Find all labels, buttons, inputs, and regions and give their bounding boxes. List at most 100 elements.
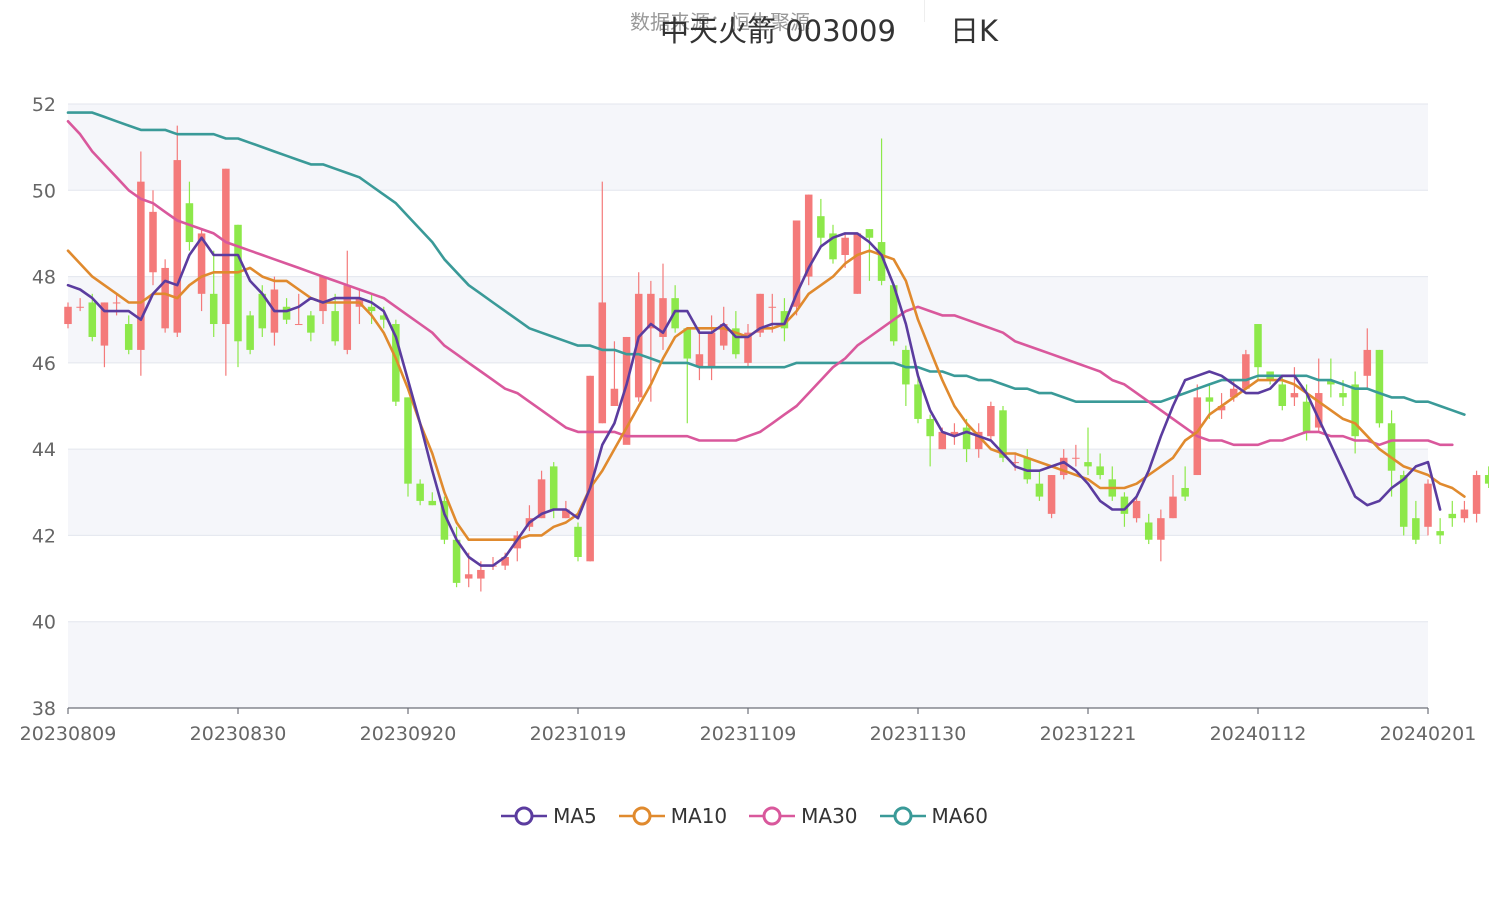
legend-ma10[interactable]: MA10: [618, 804, 728, 828]
candle-body: [112, 302, 121, 304]
candle-body: [149, 211, 157, 273]
x-axis: 20230809 20230830 20230920 20231019 20231109…: [20, 707, 1477, 745]
y-tick-label: 38: [32, 698, 56, 720]
candle-body: [161, 267, 169, 329]
candle-body: [1278, 384, 1287, 406]
y-axis: 38 40 42 44 46 48 50 52: [32, 94, 56, 720]
candle-body: [574, 526, 582, 557]
candle-body: [1387, 423, 1396, 471]
background-band: [68, 449, 1428, 536]
candle-body: [137, 181, 145, 350]
legend-ma5[interactable]: MA5: [501, 804, 597, 828]
legend-ma30-marker: [749, 806, 796, 826]
x-tick-label: 20230809: [20, 723, 117, 745]
candle-body: [1084, 462, 1092, 467]
candle-body: [404, 397, 412, 484]
legend-ma10-label: MA10: [670, 804, 728, 828]
legend-ma60-label: MA60: [931, 804, 988, 828]
candle-body: [1436, 531, 1444, 536]
candle-body: [331, 311, 339, 342]
candle-body: [987, 406, 995, 437]
candle-body: [865, 229, 874, 238]
x-tick-label: 20240201: [1380, 723, 1477, 745]
y-tick-label: 48: [32, 267, 56, 289]
legend-ma60[interactable]: MA60: [879, 804, 988, 828]
candle-body: [1242, 354, 1250, 389]
background-band: [68, 104, 1428, 191]
candle-body: [88, 302, 97, 337]
y-tick-label: 44: [32, 439, 56, 461]
candle-body: [1399, 475, 1408, 527]
candle-body: [173, 160, 182, 333]
candle-body: [428, 500, 437, 506]
candle-body: [222, 168, 230, 325]
candle-body: [452, 539, 461, 583]
legend-ma5-label: MA5: [553, 804, 597, 828]
candle-body: [1339, 393, 1347, 398]
candle-body: [817, 216, 825, 238]
candle-body: [294, 324, 303, 326]
candle-body: [1035, 483, 1044, 497]
candle-body: [1144, 522, 1153, 540]
candle-body: [1181, 487, 1189, 497]
y-tick-label: 40: [32, 612, 56, 634]
candle-body: [683, 328, 692, 359]
candle-body: [1047, 475, 1056, 514]
legend-ma60-marker: [879, 806, 926, 826]
candle-body: [841, 237, 849, 255]
x-tick-label: 20230830: [190, 723, 287, 745]
candle-body: [1460, 509, 1469, 519]
legend-ma30-label: MA30: [801, 804, 858, 828]
x-tick-label: 20231109: [700, 723, 797, 745]
background-band: [68, 621, 1428, 708]
candle-body: [319, 276, 327, 312]
candle-body: [1169, 496, 1177, 519]
legend-ma10-marker: [618, 806, 665, 826]
candle-body: [1302, 401, 1311, 432]
candle-body: [549, 466, 558, 510]
candle-body: [1132, 500, 1141, 519]
candle-body: [1096, 466, 1104, 476]
y-tick-label: 42: [32, 525, 56, 547]
legend-ma30[interactable]: MA30: [749, 804, 858, 828]
candle-body: [64, 306, 72, 325]
candle-body: [367, 306, 376, 312]
y-tick-label: 50: [32, 180, 56, 202]
candle-body: [464, 574, 473, 579]
candle-body: [1424, 483, 1432, 527]
candle-body: [234, 224, 242, 342]
candle-body: [1254, 324, 1262, 368]
x-tick-label: 20231019: [530, 723, 627, 745]
candle-body: [416, 483, 424, 501]
x-tick-label: 20231130: [870, 723, 967, 745]
y-tick-label: 46: [32, 353, 56, 375]
x-tick-label: 20240112: [1210, 723, 1307, 745]
candle-body: [343, 285, 352, 350]
candle-body: [1412, 518, 1420, 540]
candle-body: [768, 306, 777, 308]
candle-body: [1072, 457, 1080, 459]
x-tick-label: 20230920: [360, 723, 457, 745]
candle-body: [1472, 475, 1481, 514]
candle-body: [307, 315, 315, 333]
kline-chart: 38 40 42 44 46 48 50 52 20230809 20230830 2023092…: [20, 94, 1489, 745]
candle-body: [209, 293, 218, 325]
candle-body: [1157, 518, 1165, 540]
legend-ma5-marker: [501, 806, 548, 826]
candle-body: [124, 324, 133, 350]
candle-body: [246, 315, 254, 350]
candle-body: [282, 306, 291, 320]
candle-body: [853, 233, 862, 294]
candle-body: [1205, 397, 1214, 402]
candle-body: [1363, 349, 1372, 376]
candle-body: [1375, 349, 1384, 424]
candle-body: [707, 332, 716, 368]
candle-body: [1351, 384, 1359, 437]
candle-body: [586, 375, 594, 562]
candle-body: [914, 384, 922, 419]
candle-body: [610, 388, 619, 406]
candle-body: [598, 302, 607, 424]
x-tick-label: 20231221: [1040, 723, 1137, 745]
y-tick-label: 52: [32, 94, 56, 116]
legend: MA5 MA10 MA30 MA60: [0, 804, 1489, 828]
